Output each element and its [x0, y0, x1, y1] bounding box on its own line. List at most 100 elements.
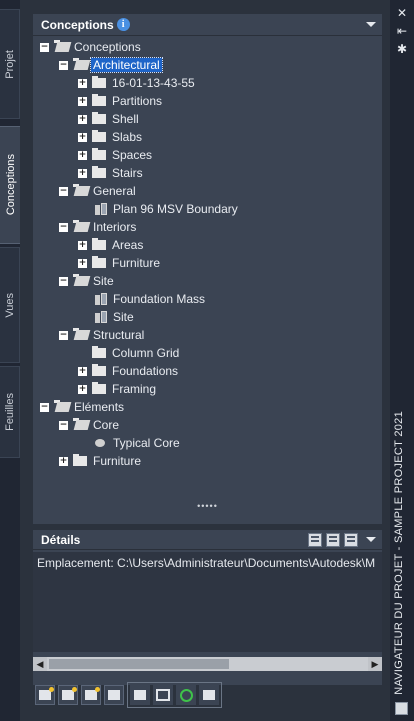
tree-node-plan-96-msv-boundary[interactable]: Plan 96 MSV Boundary: [95, 200, 238, 218]
tree-node-interiors[interactable]: − Interiors: [59, 218, 136, 236]
constructs-tree[interactable]: − Conceptions − Architectural + 16-01-13…: [33, 37, 382, 502]
bottom-toolbar: [33, 682, 384, 708]
folder-icon: [92, 346, 106, 358]
close-icon[interactable]: ✕: [394, 6, 410, 20]
scroll-left-icon[interactable]: ◀: [33, 657, 47, 671]
tab-conceptions[interactable]: Conceptions: [0, 126, 22, 244]
collapse-toggle[interactable]: −: [59, 276, 68, 286]
tree-node-16-01-13-43-55[interactable]: + 16-01-13-43-55: [78, 74, 195, 92]
tree-node-column-grid[interactable]: Column Grid: [87, 344, 179, 362]
scroll-right-icon[interactable]: ▶: [368, 657, 382, 671]
open-folder-icon: [73, 274, 91, 286]
project-navigator-palette: Conceptions i − Conceptions − Architectu…: [20, 0, 390, 721]
tree-node-areas[interactable]: + Areas: [78, 236, 143, 254]
tree-label: Eléments: [74, 400, 125, 414]
open-folder-icon: [73, 328, 91, 340]
open-drawing-button[interactable]: [104, 685, 124, 705]
tree-node-slabs[interactable]: + Slabs: [78, 128, 142, 146]
tree-node-site[interactable]: Site: [95, 308, 134, 326]
open-folder-icon: [54, 400, 72, 412]
tab-feuilles[interactable]: Feuilles: [0, 366, 20, 458]
collapse-toggle[interactable]: −: [59, 222, 68, 232]
tree-node-framing[interactable]: + Framing: [78, 380, 156, 398]
tree-label: Framing: [112, 382, 157, 396]
refresh-button[interactable]: [176, 685, 196, 705]
tree-node-foundations[interactable]: + Foundations: [78, 362, 178, 380]
collapse-toggle[interactable]: −: [59, 420, 68, 430]
preview-icon[interactable]: [308, 532, 322, 547]
tree-node-elements[interactable]: − Eléments: [40, 398, 124, 416]
add-category-button[interactable]: [35, 685, 55, 705]
open-folder-icon: [73, 418, 91, 430]
expand-toggle[interactable]: +: [78, 258, 87, 268]
tree-node-conceptions[interactable]: − Conceptions: [40, 38, 141, 56]
tree-node-general[interactable]: − General: [59, 182, 136, 200]
tree-node-spaces[interactable]: + Spaces: [78, 146, 152, 164]
tree-label: Structural: [93, 328, 145, 342]
left-tab-bar: Projet Conceptions Vues Feuilles: [0, 0, 22, 721]
expand-toggle[interactable]: +: [78, 114, 87, 124]
collapse-toggle[interactable]: −: [40, 42, 49, 52]
open-folder-icon: [73, 220, 91, 232]
tree-node-furniture[interactable]: + Furniture: [78, 254, 160, 272]
details-content: Emplacement: C:\Users\Administrateur\Doc…: [33, 552, 382, 652]
tree-node-shell[interactable]: + Shell: [78, 110, 139, 128]
palette-properties-icon[interactable]: [395, 702, 408, 715]
expand-toggle[interactable]: +: [78, 240, 87, 250]
construct-icon: [95, 293, 107, 305]
folder-icon: [92, 256, 106, 268]
tree-node-structural[interactable]: − Structural: [59, 326, 144, 344]
tree-node-foundation-mass[interactable]: Foundation Mass: [95, 290, 205, 308]
add-construct-button[interactable]: [58, 685, 78, 705]
construct-icon: [95, 203, 107, 215]
new-construct-icon: [62, 687, 77, 700]
tree-node-elements-furniture[interactable]: + Furniture: [59, 452, 141, 470]
tree-node-typical-core[interactable]: Typical Core: [95, 434, 180, 452]
tab-vues[interactable]: Vues: [0, 247, 20, 363]
folder-icon: [92, 166, 106, 178]
conceptions-header: Conceptions i: [33, 14, 382, 36]
expand-toggle[interactable]: +: [78, 150, 87, 160]
auto-hide-icon[interactable]: ⇤: [394, 24, 410, 38]
expand-toggle[interactable]: +: [78, 366, 87, 376]
tree-node-core[interactable]: − Core: [59, 416, 119, 434]
panel-menu-chevron-down-icon[interactable]: [366, 22, 376, 27]
horizontal-scrollbar[interactable]: ◀ ▶: [33, 657, 382, 671]
list-view-icon[interactable]: [326, 532, 340, 547]
tree-node-stairs[interactable]: + Stairs: [78, 164, 143, 182]
repath-button[interactable]: [199, 685, 219, 705]
scroll-thumb[interactable]: [49, 659, 229, 669]
location-path: Emplacement: C:\Users\Administrateur\Doc…: [37, 556, 376, 570]
tree-node-site-folder[interactable]: − Site: [59, 272, 114, 290]
regenerate-button[interactable]: [130, 685, 150, 705]
settings-icon[interactable]: ✱: [394, 42, 410, 56]
tab-projet-label: Projet: [3, 49, 16, 79]
expand-toggle[interactable]: +: [59, 456, 68, 466]
expand-toggle[interactable]: +: [78, 78, 87, 88]
expand-toggle[interactable]: +: [78, 384, 87, 394]
collapse-toggle[interactable]: −: [59, 60, 68, 70]
info-icon[interactable]: i: [116, 18, 130, 31]
collapse-toggle[interactable]: −: [40, 402, 49, 412]
details-menu-chevron-down-icon[interactable]: [366, 537, 376, 542]
collapse-toggle[interactable]: −: [59, 186, 68, 196]
add-element-button[interactable]: [81, 685, 101, 705]
tree-label: Core: [93, 418, 120, 432]
open-folder-icon: [54, 40, 72, 52]
details-toolbar: [308, 532, 376, 547]
expand-toggle[interactable]: +: [78, 96, 87, 106]
expand-toggle[interactable]: +: [78, 132, 87, 142]
tree-label-selected: Architectural: [90, 57, 163, 73]
tree-node-partitions[interactable]: + Partitions: [78, 92, 162, 110]
tree-label: Shell: [112, 112, 139, 126]
search-icon[interactable]: [344, 532, 358, 547]
tree-label: Partitions: [112, 94, 163, 108]
panel-splitter[interactable]: •••••: [33, 502, 382, 511]
tree-node-architectural[interactable]: − Architectural: [59, 56, 163, 74]
tree-label: Column Grid: [112, 346, 180, 360]
properties-button[interactable]: [153, 685, 173, 705]
collapse-toggle[interactable]: −: [59, 330, 68, 340]
expand-toggle[interactable]: +: [78, 168, 87, 178]
folder-icon: [92, 364, 106, 376]
tab-projet[interactable]: Projet: [0, 9, 20, 119]
